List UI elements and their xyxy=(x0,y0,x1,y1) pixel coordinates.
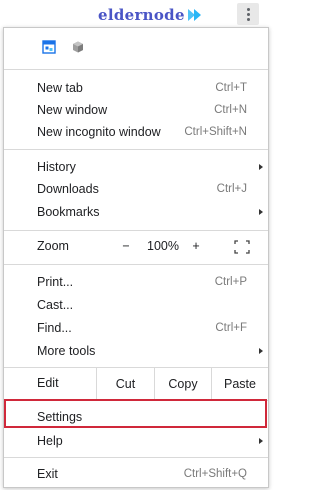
logo-text: eldernode xyxy=(98,6,185,24)
menu-separator xyxy=(4,149,268,150)
menu-item-label: Help xyxy=(37,434,63,448)
menu-item-new-window[interactable]: New window Ctrl+N xyxy=(4,99,268,121)
menu-item-downloads[interactable]: Downloads Ctrl+J xyxy=(4,178,268,200)
menu-item-bookmarks[interactable]: Bookmarks xyxy=(4,201,268,223)
menu-item-print[interactable]: Print... Ctrl+P xyxy=(4,271,268,293)
menu-item-shortcut: Ctrl+N xyxy=(214,104,247,116)
zoom-level: 100% xyxy=(147,239,179,253)
submenu-arrow-icon xyxy=(259,164,263,170)
menu-separator xyxy=(4,264,268,265)
menu-item-label: New incognito window xyxy=(37,125,161,139)
zoom-out-button[interactable]: − xyxy=(120,239,132,253)
menu-item-label: Cast... xyxy=(37,298,74,312)
submenu-arrow-icon xyxy=(259,438,263,444)
menu-item-exit[interactable]: Exit Ctrl+Shift+Q xyxy=(4,463,268,485)
translate-extension-icon[interactable] xyxy=(42,40,56,59)
copy-button[interactable]: Copy xyxy=(154,368,211,400)
menu-item-cast[interactable]: Cast... xyxy=(4,294,268,316)
menu-item-new-incognito-window[interactable]: New incognito window Ctrl+Shift+N xyxy=(4,121,268,143)
menu-item-label: History xyxy=(37,160,76,174)
menu-item-label: Print... xyxy=(37,275,74,289)
paste-button[interactable]: Paste xyxy=(211,368,268,400)
menu-item-shortcut: Ctrl+P xyxy=(214,276,247,288)
menu-item-shortcut: Ctrl+J xyxy=(216,183,247,195)
menu-item-label: Downloads xyxy=(37,182,99,196)
menu-item-shortcut: Ctrl+F xyxy=(215,322,247,334)
menu-item-label: Exit xyxy=(37,467,58,481)
menu-item-shortcut: Ctrl+Shift+Q xyxy=(183,468,247,480)
submenu-arrow-icon xyxy=(259,209,263,215)
menu-item-find[interactable]: Find... Ctrl+F xyxy=(4,317,268,339)
menu-item-label: New window xyxy=(37,103,108,117)
browser-toolbar: eldernode xyxy=(0,0,272,28)
logo-play-icon xyxy=(187,8,203,22)
settings-highlight-box xyxy=(4,399,267,428)
menu-item-shortcut: Ctrl+T xyxy=(215,82,247,94)
menu-item-history[interactable]: History xyxy=(4,156,268,178)
browser-menu: New tab Ctrl+T New window Ctrl+N New inc… xyxy=(3,27,269,488)
menu-item-label: More tools xyxy=(37,344,96,358)
puzzle-extension-icon[interactable] xyxy=(71,40,85,59)
menu-item-help[interactable]: Help xyxy=(4,430,268,452)
menu-item-more-tools[interactable]: More tools xyxy=(4,340,268,362)
menu-item-label: Find... xyxy=(37,321,72,335)
zoom-controls: Zoom − 100% + xyxy=(4,231,268,263)
menu-item-label: New tab xyxy=(37,81,83,95)
eldernode-logo: eldernode xyxy=(98,5,203,25)
fullscreen-icon[interactable] xyxy=(234,240,250,254)
menu-separator xyxy=(4,69,268,70)
zoom-in-button[interactable]: + xyxy=(190,239,202,253)
menu-separator xyxy=(4,457,268,458)
submenu-arrow-icon xyxy=(259,348,263,354)
browser-menu-button[interactable] xyxy=(237,3,259,25)
edit-label: Edit xyxy=(37,376,59,390)
menu-item-shortcut: Ctrl+Shift+N xyxy=(184,126,247,138)
menu-item-new-tab[interactable]: New tab Ctrl+T xyxy=(4,77,268,99)
cut-button[interactable]: Cut xyxy=(96,368,154,400)
zoom-label: Zoom xyxy=(37,239,69,253)
extension-icons xyxy=(42,40,85,59)
edit-controls: Edit Cut Copy Paste xyxy=(4,368,268,400)
menu-item-label: Bookmarks xyxy=(37,205,100,219)
